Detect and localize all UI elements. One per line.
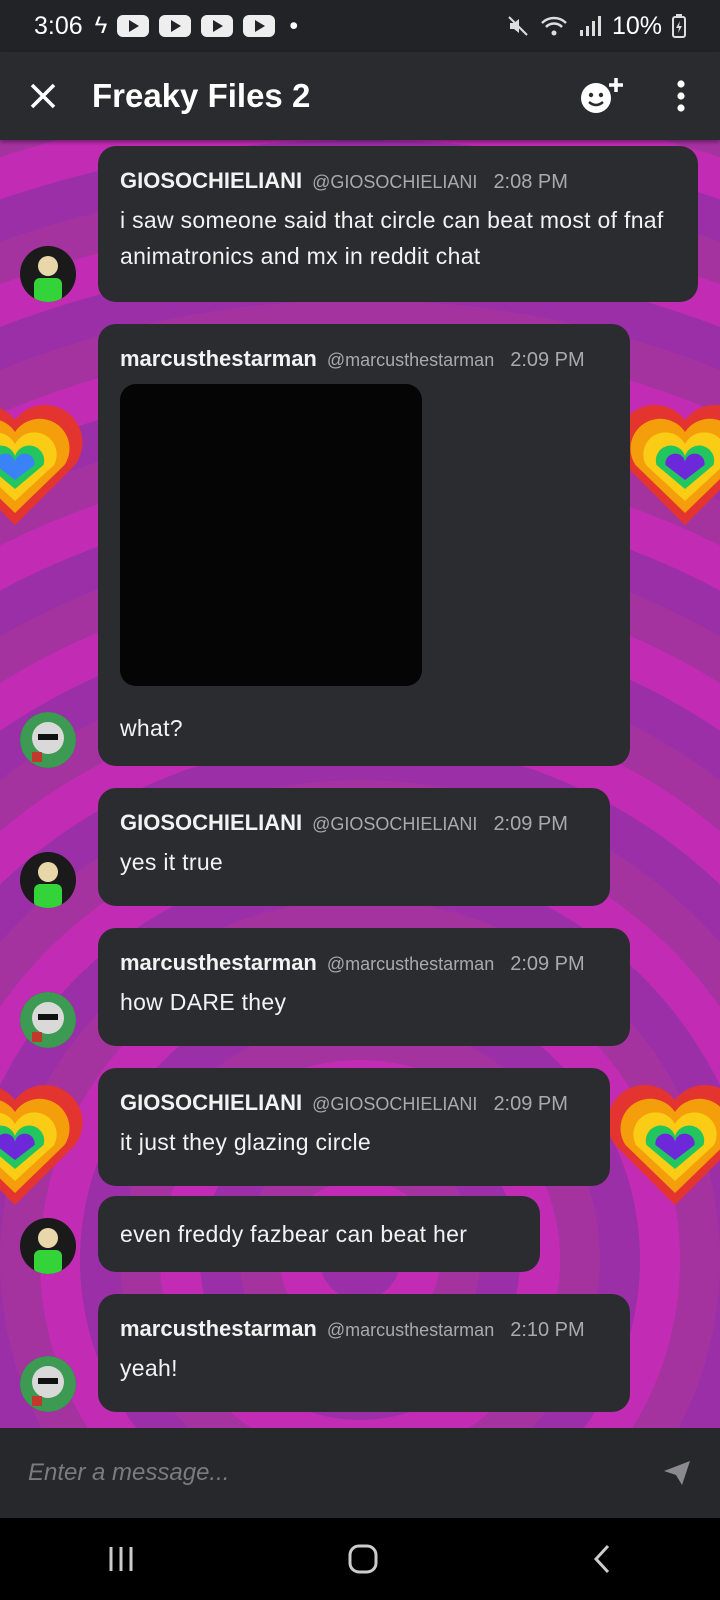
youtube-icon [117,15,150,37]
message-text: i saw someone said that circle can beat … [120,207,664,269]
message-handle: @marcusthestarman [326,954,495,974]
baldi-avatar-icon [34,256,62,302]
message-handle: @GIOSOCHIELIANI [312,814,478,834]
user-avatar[interactable] [20,1218,76,1274]
message-time: 2:09 PM [493,813,568,835]
rainbow-heart-decoration [0,1085,83,1205]
message-text: even freddy fazbear can beat her [120,1221,468,1247]
message-username[interactable]: GIOSOCHIELIANI [120,810,302,836]
youtube-icon [243,15,276,37]
message-time: 2:09 PM [510,349,585,371]
user-avatar[interactable] [20,712,76,768]
back-icon[interactable] [590,1543,614,1575]
message-bubble[interactable]: even freddy fazbear can beat her [98,1196,540,1272]
dot-icon: • [289,11,299,40]
message-handle: @marcusthestarman [326,350,495,370]
rainbow-heart-decoration [0,405,83,525]
message-username[interactable]: GIOSOCHIELIANI [120,1090,302,1116]
message-bubble[interactable]: marcusthestarman @marcusthestarman 2:09 … [98,928,630,1046]
message-handle: @marcusthestarman [326,1320,495,1340]
youtube-icon [159,15,192,37]
marcus-avatar-icon [20,1356,76,1412]
system-navigation-bar [0,1518,720,1600]
bolt-icon: ϟ [94,12,108,39]
status-bar: 3:06 ϟ • 10% [0,0,720,52]
message-image-attachment[interactable] [120,384,422,686]
message-username[interactable]: GIOSOCHIELIANI [120,168,302,194]
message-composer [0,1428,720,1518]
baldi-avatar-icon [34,862,62,908]
message-bubble[interactable]: GIOSOCHIELIANI @GIOSOCHIELIANI 2:09 PM i… [98,1068,610,1186]
message-text: how DARE they [120,989,287,1015]
youtube-icon [201,15,234,37]
add-member-icon[interactable] [578,76,624,116]
message-bubble[interactable]: GIOSOCHIELIANI @GIOSOCHIELIANI 2:09 PM y… [98,788,610,906]
status-time: 3:06 [34,11,83,40]
marcus-avatar-icon [20,712,76,768]
message-bubble[interactable]: marcusthestarman @marcusthestarman 2:10 … [98,1294,630,1412]
message-time: 2:10 PM [510,1319,585,1341]
message-time: 2:08 PM [493,171,568,193]
message-text: yeah! [120,1355,178,1381]
message-time: 2:09 PM [510,953,585,975]
message-username[interactable]: marcusthestarman [120,1316,317,1342]
rainbow-heart-decoration [607,1085,720,1205]
recent-apps-icon[interactable] [106,1544,136,1574]
send-icon[interactable] [662,1459,692,1487]
message-bubble[interactable]: GIOSOCHIELIANI @GIOSOCHIELIANI 2:08 PM i… [98,146,698,302]
battery-percent: 10% [611,11,662,40]
user-avatar[interactable] [20,1356,76,1412]
message-username[interactable]: marcusthestarman [120,346,317,372]
battery-charging-icon [672,14,686,38]
user-avatar[interactable] [20,852,76,908]
marcus-avatar-icon [20,992,76,1048]
close-icon[interactable] [28,81,58,111]
message-bubble[interactable]: marcusthestarman @marcusthestarman 2:09 … [98,324,630,766]
message-time: 2:09 PM [493,1093,568,1115]
message-text: what? [120,715,183,741]
user-avatar[interactable] [20,992,76,1048]
message-handle: @GIOSOCHIELIANI [312,1094,478,1114]
signal-icon [579,16,601,36]
message-handle: @GIOSOCHIELIANI [312,172,478,192]
user-avatar[interactable] [20,246,76,302]
message-text: yes it true [120,849,224,875]
message-input[interactable] [28,1459,608,1487]
chat-title: Freaky Files 2 [92,77,311,114]
mute-icon [508,16,528,36]
more-options-icon[interactable] [676,80,686,112]
home-icon[interactable] [347,1543,379,1575]
message-text: it just they glazing circle [120,1129,371,1155]
chat-header: Freaky Files 2 [0,52,720,140]
message-username[interactable]: marcusthestarman [120,950,317,976]
wifi-icon [541,16,567,36]
baldi-avatar-icon [34,1228,62,1274]
